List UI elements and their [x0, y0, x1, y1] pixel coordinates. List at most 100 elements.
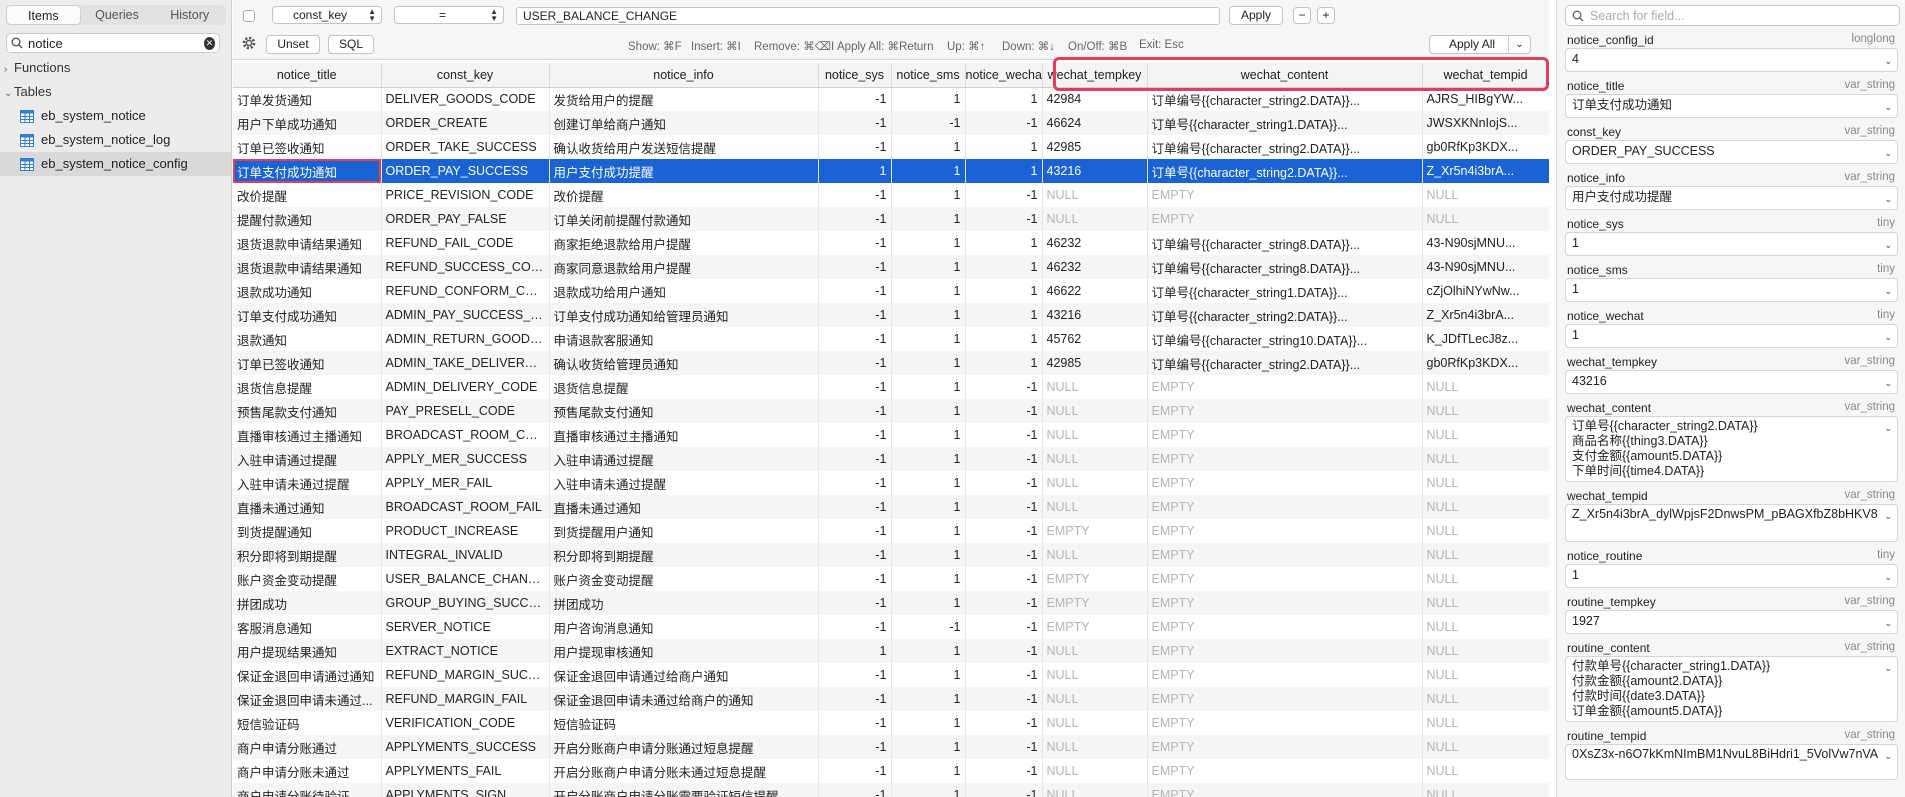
table-cell-wechat-tempid[interactable]: NULL	[1422, 423, 1549, 447]
sql-button[interactable]: SQL	[328, 35, 374, 54]
table-row[interactable]: 保证金退回申请通过通知 REFUND_MARGIN_SUCCE... 保证金退回申请…	[233, 663, 1549, 687]
table-cell-notice-sms[interactable]: 1	[891, 543, 966, 567]
table-cell-wechat-tempkey[interactable]: 46622	[1042, 279, 1148, 303]
table-row[interactable]: 退货信息提醒 ADMIN_DELIVERY_CODE 退货信息提醒 -1 1 -1 NULL…	[233, 375, 1549, 399]
table-cell-wechat-tempkey[interactable]: 46624	[1042, 111, 1148, 135]
table-cell-wechat-tempkey[interactable]: NULL	[1042, 687, 1148, 711]
table-cell-notice-wechat[interactable]: 1	[965, 279, 1043, 303]
table-cell-wechat-tempid[interactable]: JWSXKNnIojS...	[1422, 111, 1549, 135]
table-cell-notice-title[interactable]: 订单发货通知	[233, 87, 382, 111]
table-cell-wechat-content[interactable]: EMPTY	[1147, 567, 1423, 591]
table-row[interactable]: 保证金退回申请未通过... REFUND_MARGIN_FAIL 保证金退回申请未通…	[233, 687, 1549, 711]
table-cell-notice-sys[interactable]: -1	[818, 783, 892, 797]
table-cell-const-key[interactable]: ORDER_CREATE	[381, 111, 550, 135]
table-cell-notice-sms[interactable]: 1	[891, 375, 966, 399]
table-cell-wechat-content[interactable]: 订单编号{{character_string8.DATA}}...	[1147, 255, 1423, 279]
table-cell-notice-title[interactable]: 保证金退回申请通过通知	[233, 663, 382, 687]
field-value-routine-content[interactable]: 付款单号{{character_string1.DATA}} 付款金额{{amo…	[1565, 656, 1898, 722]
table-cell-notice-sys[interactable]: -1	[818, 471, 892, 495]
table-cell-notice-sys[interactable]: -1	[818, 231, 892, 255]
table-cell-notice-wechat[interactable]: 1	[965, 351, 1043, 375]
table-cell-const-key[interactable]: BROADCAST_ROOM_FAIL	[381, 495, 550, 519]
table-cell-notice-sys[interactable]: -1	[818, 759, 892, 783]
table-cell-notice-sms[interactable]: 1	[891, 639, 966, 663]
table-cell-notice-info[interactable]: 用户提现审核通知	[549, 639, 819, 663]
tab-items[interactable]: Items	[6, 5, 81, 25]
chevron-down-icon[interactable]: ⌄	[1884, 569, 1892, 586]
chevron-down-icon[interactable]: ⌄	[1884, 237, 1892, 254]
table-cell-wechat-tempkey[interactable]: 42984	[1042, 87, 1148, 111]
chevron-down-icon[interactable]: ⌄	[1884, 421, 1892, 436]
table-cell-wechat-tempid[interactable]: NULL	[1422, 543, 1549, 567]
table-cell-notice-title[interactable]: 用户下单成功通知	[233, 111, 382, 135]
table-cell-notice-sys[interactable]: -1	[818, 591, 892, 615]
table-cell-notice-info[interactable]: 拼团成功	[549, 591, 819, 615]
table-cell-notice-sys[interactable]: -1	[818, 87, 892, 111]
column-header[interactable]: wechat_tempid	[1422, 63, 1549, 88]
table-cell-notice-info[interactable]: 到货提醒用户通知	[549, 519, 819, 543]
column-header[interactable]: notice_title	[233, 63, 382, 88]
table-row[interactable]: 改价提醒 PRICE_REVISION_CODE 改价提醒 -1 1 -1 NULL EMPT…	[233, 183, 1549, 207]
table-cell-notice-title[interactable]: 商户申请分账未通过	[233, 759, 382, 783]
table-cell-notice-sys[interactable]: -1	[818, 399, 892, 423]
sidebar-item-table-selected[interactable]: eb_system_notice_config	[0, 152, 231, 176]
table-cell-notice-sys[interactable]: 1	[818, 639, 892, 663]
table-cell-wechat-tempkey[interactable]: NULL	[1042, 399, 1148, 423]
table-cell-notice-title[interactable]: 短信验证码	[233, 711, 382, 735]
table-cell-notice-sys[interactable]: -1	[818, 111, 892, 135]
table-cell-notice-info[interactable]: 退货信息提醒	[549, 375, 819, 399]
table-cell-const-key[interactable]: APPLY_MER_FAIL	[381, 471, 550, 495]
table-cell-notice-wechat[interactable]: -1	[965, 615, 1043, 639]
table-cell-notice-sys[interactable]: -1	[818, 687, 892, 711]
table-cell-notice-wechat[interactable]: -1	[965, 735, 1043, 759]
table-cell-const-key[interactable]: USER_BALANCE_CHANGE	[381, 567, 550, 591]
table-cell-notice-wechat[interactable]: 1	[965, 159, 1043, 183]
table-cell-wechat-content[interactable]: 订单号{{character_string2.DATA}}...	[1147, 303, 1423, 327]
chevron-down-icon[interactable]: ⌄	[1884, 191, 1892, 208]
table-cell-wechat-content[interactable]: EMPTY	[1147, 735, 1423, 759]
table-cell-notice-sms[interactable]: 1	[891, 735, 966, 759]
table-cell-notice-title[interactable]: 积分即将到期提醒	[233, 543, 382, 567]
table-cell-const-key[interactable]: APPLYMENTS_SIGN	[381, 783, 550, 797]
table-cell-notice-wechat[interactable]: -1	[965, 471, 1043, 495]
table-cell-wechat-content[interactable]: EMPTY	[1147, 663, 1423, 687]
table-cell-notice-wechat[interactable]: -1	[965, 543, 1043, 567]
table-cell-notice-wechat[interactable]: 1	[965, 87, 1043, 111]
table-cell-notice-info[interactable]: 订单支付成功通知给管理员通知	[549, 303, 819, 327]
chevron-down-icon[interactable]: ⌄	[1884, 99, 1892, 116]
table-cell-wechat-content[interactable]: EMPTY	[1147, 639, 1423, 663]
table-cell-notice-info[interactable]: 直播未通过通知	[549, 495, 819, 519]
table-cell-notice-sys[interactable]: -1	[818, 543, 892, 567]
table-cell-const-key[interactable]: ORDER_PAY_FALSE	[381, 207, 550, 231]
table-cell-notice-sms[interactable]: 1	[891, 159, 966, 183]
filter-value-input[interactable]	[516, 7, 1220, 25]
table-cell-notice-info[interactable]: 预售尾款支付通知	[549, 399, 819, 423]
table-cell-wechat-tempkey[interactable]: EMPTY	[1042, 615, 1148, 639]
column-header[interactable]: notice_wechat	[965, 63, 1043, 88]
table-cell-notice-sms[interactable]: -1	[891, 615, 966, 639]
table-cell-const-key[interactable]: DELIVER_GOODS_CODE	[381, 87, 550, 111]
table-cell-notice-sms[interactable]: 1	[891, 327, 966, 351]
table-row[interactable]: 商户申请分账未通过 APPLYMENTS_FAIL 开启分账商户申请分账未通过短息提…	[233, 759, 1549, 783]
table-row[interactable]: 退款通知 ADMIN_RETURN_GOODS... 申请退款客服通知 -1 1 1 457…	[233, 327, 1549, 351]
table-row[interactable]: 入驻申请未通过提醒 APPLY_MER_FAIL 入驻申请未通过提醒 -1 1 -1 NUL…	[233, 471, 1549, 495]
table-cell-wechat-content[interactable]: 订单编号{{character_string2.DATA}}...	[1147, 351, 1423, 375]
table-cell-wechat-content[interactable]: EMPTY	[1147, 375, 1423, 399]
apply-all-button[interactable]: Apply All ⌄	[1429, 35, 1531, 54]
table-cell-const-key[interactable]: REFUND_SUCCESS_CODE	[381, 255, 550, 279]
sidebar-item-table[interactable]: eb_system_notice	[0, 104, 231, 128]
field-value-notice-routine[interactable]: 1 ⌄	[1565, 564, 1898, 588]
table-cell-notice-sys[interactable]: -1	[818, 303, 892, 327]
table-cell-wechat-tempid[interactable]: Z_Xr5n4i3brA...	[1422, 159, 1549, 183]
sidebar-item-table[interactable]: eb_system_notice_log	[0, 128, 231, 152]
table-cell-notice-wechat[interactable]: -1	[965, 663, 1043, 687]
table-cell-wechat-tempid[interactable]: NULL	[1422, 207, 1549, 231]
table-cell-notice-wechat[interactable]: -1	[965, 687, 1043, 711]
table-cell-wechat-tempid[interactable]: gb0RfKp3KDX...	[1422, 351, 1549, 375]
table-cell-wechat-tempkey[interactable]: NULL	[1042, 375, 1148, 399]
table-row[interactable]: 用户提现结果通知 EXTRACT_NOTICE 用户提现审核通知 1 1 -1 NULL EM…	[233, 639, 1549, 663]
table-cell-notice-sms[interactable]: 1	[891, 687, 966, 711]
table-cell-notice-wechat[interactable]: -1	[965, 495, 1043, 519]
table-cell-notice-wechat[interactable]: 1	[965, 327, 1043, 351]
table-cell-notice-info[interactable]: 商家拒绝退款给用户提醒	[549, 231, 819, 255]
